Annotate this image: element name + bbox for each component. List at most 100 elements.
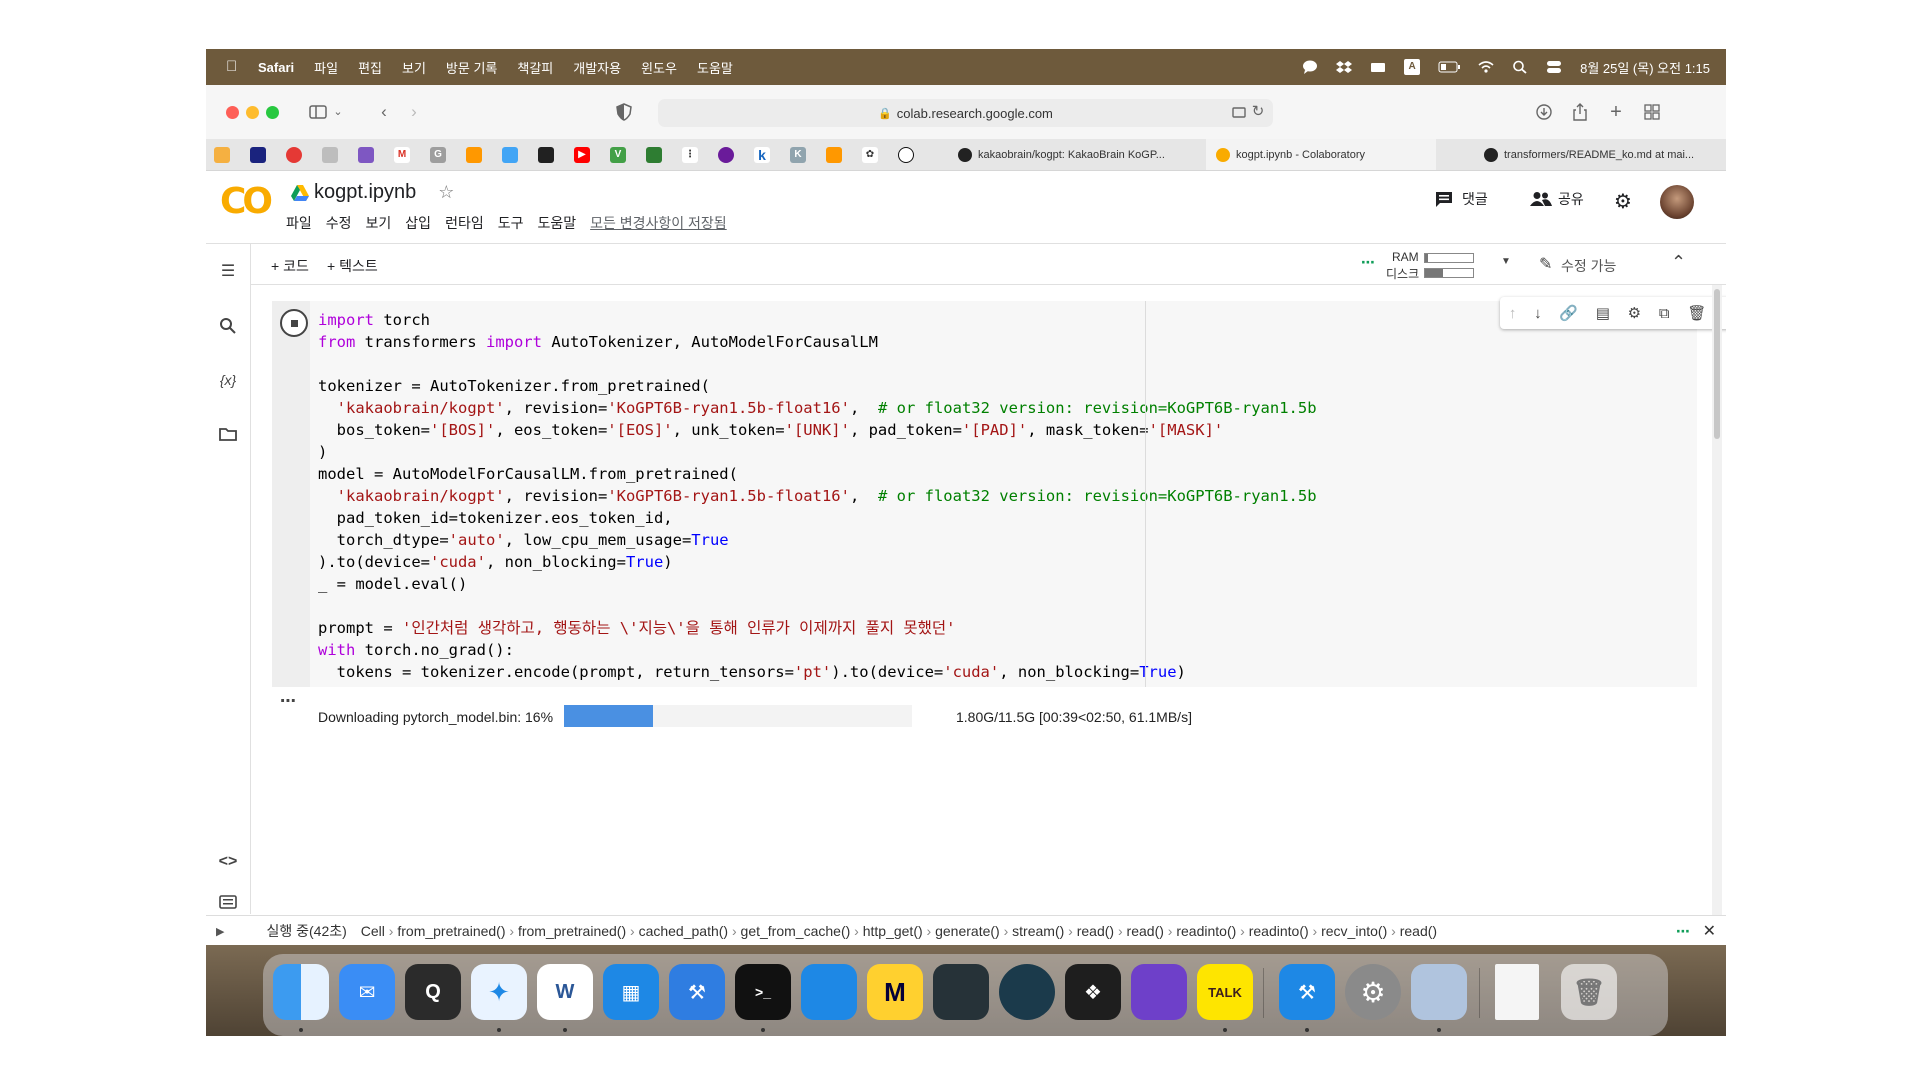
trace-item[interactable]: get_from_cache() xyxy=(741,923,851,939)
menu-app-name[interactable]: Safari xyxy=(258,60,294,75)
status-expand-icon[interactable]: ▶ xyxy=(216,925,224,938)
folder-icon[interactable] xyxy=(216,422,240,446)
pinned-tab-icon[interactable] xyxy=(250,147,266,163)
code-cell[interactable]: import torch from transformers import Au… xyxy=(272,297,1726,901)
add-code-button[interactable]: + 코드 xyxy=(271,256,309,276)
reload-icon[interactable]: ↻ xyxy=(1248,102,1268,122)
colab-logo[interactable]: CO xyxy=(220,181,273,222)
saved-status-link[interactable]: 모든 변경사항이 저장됨 xyxy=(590,213,727,233)
pinned-tab-icon[interactable]: G xyxy=(430,147,446,163)
gitkraken-icon[interactable] xyxy=(999,964,1055,1020)
trace-item[interactable]: read() xyxy=(1127,923,1164,939)
trace-item[interactable]: read() xyxy=(1077,923,1114,939)
colab-menu-insert[interactable]: 삽입 xyxy=(405,213,431,233)
tab-kogpt-github[interactable]: kakaobrain/kogpt: KakaoBrain KoGP... xyxy=(958,139,1178,170)
keynote-icon[interactable]: ▦ xyxy=(603,964,659,1020)
download-icon[interactable] xyxy=(1534,102,1554,122)
input-source-icon[interactable]: A xyxy=(1404,59,1421,75)
wifi-icon[interactable] xyxy=(1478,60,1494,74)
system-preferences-icon[interactable]: ⚙ xyxy=(1345,964,1401,1020)
variables-icon[interactable]: {x} xyxy=(216,368,240,392)
star-icon[interactable]: ☆ xyxy=(438,182,454,203)
search-icon[interactable] xyxy=(216,314,240,338)
colab-menu-edit[interactable]: 수정 xyxy=(326,213,352,233)
pinned-tab-icon[interactable] xyxy=(466,147,482,163)
execution-trace[interactable]: Cell › from_pretrained() › from_pretrain… xyxy=(361,923,1437,939)
safari-icon[interactable]: ✦ xyxy=(471,964,527,1020)
trace-item[interactable]: read() xyxy=(1400,923,1437,939)
pinned-tab-icon[interactable]: ⋮ xyxy=(682,147,698,163)
pinned-tab-icon[interactable] xyxy=(286,147,302,163)
menu-window[interactable]: 윈도우 xyxy=(641,58,677,77)
trace-item[interactable]: from_pretrained() xyxy=(397,923,505,939)
add-text-button[interactable]: + 텍스트 xyxy=(327,256,378,276)
tab-overview-icon[interactable] xyxy=(1642,102,1662,122)
link-icon[interactable]: 🔗 xyxy=(1559,304,1578,322)
app-store-icon[interactable]: ⚒ xyxy=(1279,964,1335,1020)
menu-bookmarks[interactable]: 책갈피 xyxy=(517,58,553,77)
more-options-icon[interactable]: ⋮ xyxy=(1724,304,1726,322)
kakaotalk-icon[interactable]: TALK xyxy=(1197,964,1253,1020)
address-bar[interactable]: 🔒 colab.research.google.com xyxy=(658,99,1273,127)
code-snippets-icon[interactable]: <> xyxy=(216,850,240,874)
notebook-title[interactable]: kogpt.ipynb ☆ xyxy=(290,181,454,204)
youtube-icon[interactable]: ▶ xyxy=(574,147,590,163)
pinned-tab-icon[interactable] xyxy=(826,147,842,163)
comment-icon[interactable]: ▤ xyxy=(1596,304,1610,322)
editor-scrollbar[interactable] xyxy=(1712,285,1722,915)
dropbox-icon[interactable] xyxy=(1336,60,1353,74)
messages-icon[interactable] xyxy=(1302,60,1318,74)
edit-mode-button[interactable]: 수정 가능 xyxy=(1561,256,1616,276)
output-menu-icon[interactable]: ⋯ xyxy=(280,691,296,711)
pinned-tab-icon[interactable] xyxy=(538,147,554,163)
gmail-icon[interactable]: M xyxy=(394,147,410,163)
miro-icon[interactable]: M xyxy=(867,964,923,1020)
trace-item[interactable]: http_get() xyxy=(863,923,923,939)
pinned-tab-icon[interactable]: V xyxy=(610,147,626,163)
tab-overview-small-icon[interactable] xyxy=(1229,102,1249,122)
trace-item[interactable]: stream() xyxy=(1012,923,1064,939)
colab-menu-runtime[interactable]: 런타임 xyxy=(445,213,484,233)
menu-history[interactable]: 방문 기록 xyxy=(446,58,497,77)
apple-icon[interactable]:  xyxy=(226,59,242,75)
control-center-icon[interactable] xyxy=(1546,60,1562,74)
settings-gear-icon[interactable]: ⚙ xyxy=(1614,189,1632,214)
collapse-header-icon[interactable]: ⌃ xyxy=(1671,252,1686,273)
terminal-icon[interactable]: >_ xyxy=(735,964,791,1020)
quicktime-icon[interactable]: Q xyxy=(405,964,461,1020)
comment-button[interactable]: 댓글 xyxy=(1434,189,1488,209)
pinned-tab-icon[interactable]: k xyxy=(754,147,770,163)
share-button[interactable]: 공유 xyxy=(1530,189,1584,209)
close-window-button[interactable] xyxy=(226,106,239,119)
colab-menu-view[interactable]: 보기 xyxy=(366,213,392,233)
resource-monitor[interactable]: RAM 디스크 xyxy=(1386,250,1486,281)
chevron-down-icon[interactable]: ⌄ xyxy=(328,102,348,122)
privacy-shield-icon[interactable] xyxy=(614,102,634,122)
user-avatar[interactable] xyxy=(1660,185,1694,219)
trace-item[interactable]: generate() xyxy=(935,923,1000,939)
trace-item[interactable]: recv_into() xyxy=(1321,923,1387,939)
colab-menu-tools[interactable]: 도구 xyxy=(498,213,524,233)
pinned-tab-icon[interactable] xyxy=(214,147,230,163)
pinned-tab-icon[interactable] xyxy=(646,147,662,163)
back-button[interactable]: ‹ xyxy=(374,102,394,122)
xcode-icon[interactable]: ⚒ xyxy=(669,964,725,1020)
github-desktop-icon[interactable] xyxy=(1131,964,1187,1020)
stop-execution-button[interactable] xyxy=(280,309,308,337)
pinned-tab-icon[interactable] xyxy=(502,147,518,163)
cell-settings-gear-icon[interactable]: ⚙ xyxy=(1628,304,1641,322)
trash-icon[interactable]: 🗑 xyxy=(1561,964,1617,1020)
menu-developer[interactable]: 개발자용 xyxy=(573,58,621,77)
menu-view[interactable]: 보기 xyxy=(402,58,426,77)
menu-file[interactable]: 파일 xyxy=(314,58,338,77)
pinned-tab-icon[interactable] xyxy=(358,147,374,163)
delete-trash-icon[interactable]: 🗑 xyxy=(1687,304,1706,322)
finder-icon[interactable] xyxy=(273,964,329,1020)
minimize-window-button[interactable] xyxy=(246,106,259,119)
menu-help[interactable]: 도움말 xyxy=(697,58,733,77)
spotlight-search-icon[interactable] xyxy=(1512,60,1528,74)
trace-item[interactable]: cached_path() xyxy=(639,923,729,939)
menubar-datetime[interactable]: 8월 25일 (목) 오전 1:15 xyxy=(1580,58,1710,77)
colab-menu-file[interactable]: 파일 xyxy=(286,213,312,233)
trace-item[interactable]: readinto() xyxy=(1249,923,1309,939)
